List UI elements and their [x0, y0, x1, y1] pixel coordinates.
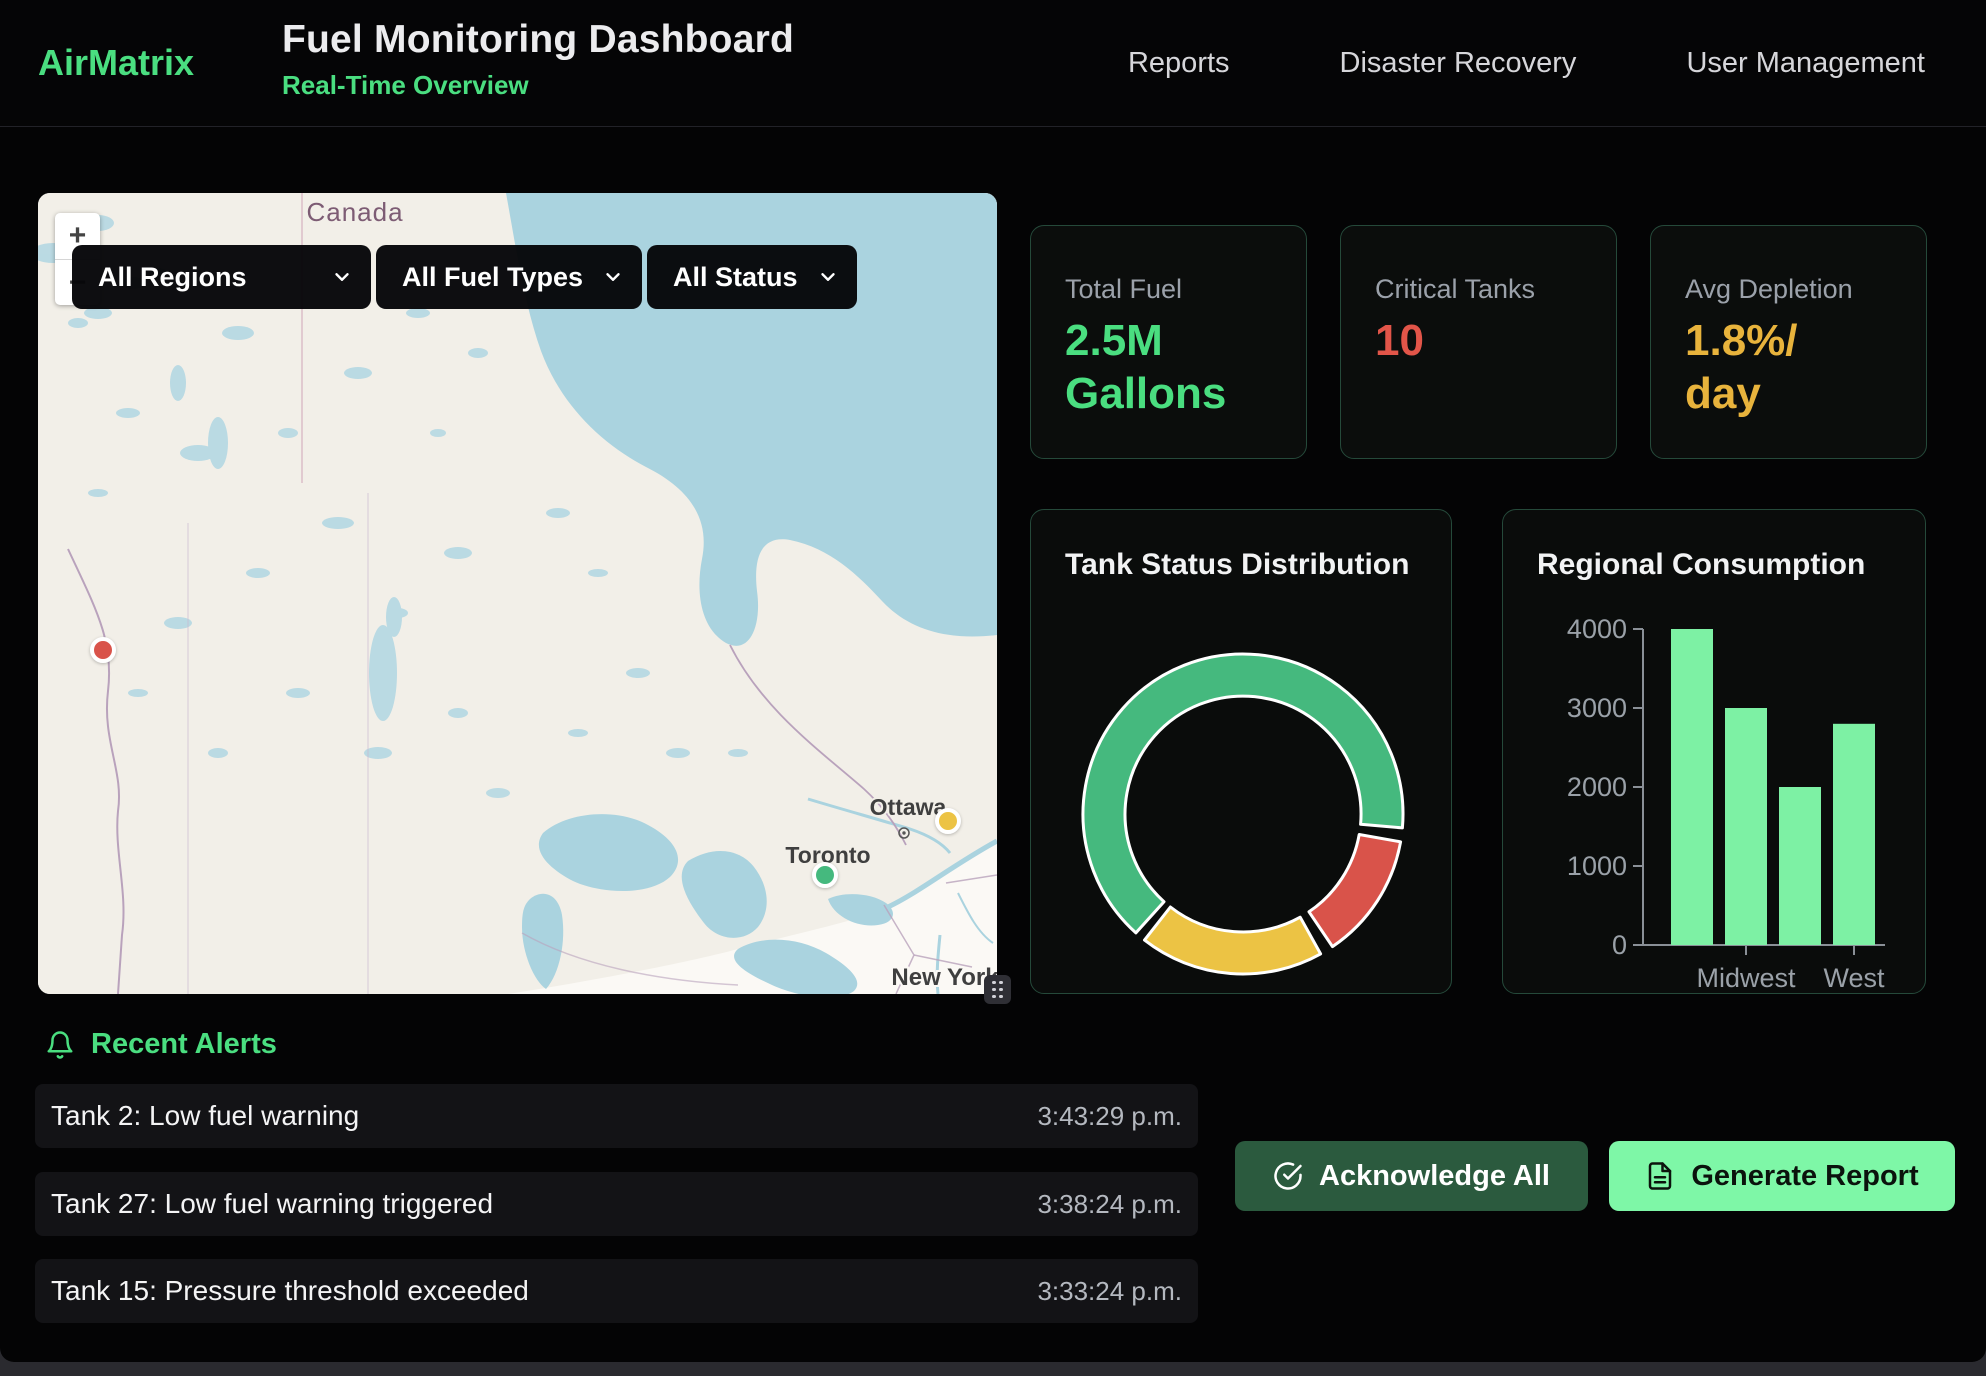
alert-row[interactable]: Tank 15: Pressure threshold exceeded 3:3… [35, 1259, 1198, 1323]
alert-time: 3:38:24 p.m. [1037, 1189, 1182, 1220]
alert-time: 3:43:29 p.m. [1037, 1101, 1182, 1132]
alert-row[interactable]: Tank 2: Low fuel warning 3:43:29 p.m. [35, 1084, 1198, 1148]
stat-value-line: Gallons [1065, 368, 1306, 421]
map-filters: All Regions All Fuel Types All Status [72, 245, 857, 309]
filter-fuel-types-label: All Fuel Types [402, 262, 583, 293]
donut-segment-warning [1145, 907, 1321, 974]
chevron-down-icon [602, 266, 624, 288]
bar-2 [1779, 787, 1821, 945]
tank-status-donut-svg [1031, 510, 1452, 994]
map-label-new-york: New York [891, 964, 997, 991]
generate-report-label: Generate Report [1691, 1160, 1918, 1193]
main-nav: Reports Disaster Recovery User Managemen… [1128, 0, 1925, 127]
dashboard-page: AirMatrix Fuel Monitoring Dashboard Real… [0, 0, 1986, 1376]
app-logo[interactable]: AirMatrix [38, 42, 194, 84]
check-circle-icon [1273, 1161, 1303, 1191]
alert-text: Tank 15: Pressure threshold exceeded [51, 1275, 529, 1307]
tank-marker-critical[interactable] [90, 637, 116, 663]
filter-status-label: All Status [673, 262, 798, 293]
map-panel[interactable]: Canada Ottawa Toronto New York + − All R… [38, 193, 997, 994]
bar-1 [1725, 708, 1767, 945]
nav-reports[interactable]: Reports [1128, 47, 1230, 80]
acknowledge-all-button[interactable]: Acknowledge All [1235, 1141, 1588, 1211]
stat-value-line: 10 [1375, 315, 1616, 368]
regional-bar-svg: 0 1000 2000 3000 4000 Midwest West [1503, 510, 1926, 994]
map-resize-handle[interactable] [984, 975, 1011, 1004]
filter-regions-select[interactable]: All Regions [72, 245, 371, 309]
x-tick-label: Midwest [1696, 963, 1796, 993]
bar-0 [1671, 629, 1713, 945]
x-tick-label: West [1823, 963, 1885, 993]
nav-disaster-recovery[interactable]: Disaster Recovery [1340, 47, 1577, 80]
page-subtitle: Real-Time Overview [282, 70, 794, 101]
tank-marker-normal[interactable] [812, 862, 838, 888]
alert-time: 3:33:24 p.m. [1037, 1276, 1182, 1307]
y-tick-label: 4000 [1567, 614, 1627, 644]
app-header: AirMatrix Fuel Monitoring Dashboard Real… [0, 0, 1986, 127]
generate-report-button[interactable]: Generate Report [1609, 1141, 1955, 1211]
alert-text: Tank 2: Low fuel warning [51, 1100, 359, 1132]
page-title: Fuel Monitoring Dashboard [282, 18, 794, 62]
stat-value-critical-tanks: 10 [1375, 315, 1616, 368]
tank-marker-warning[interactable] [935, 808, 961, 834]
filter-status-select[interactable]: All Status [647, 245, 857, 309]
bar-3 [1833, 724, 1875, 945]
y-tick-label: 3000 [1567, 693, 1627, 723]
recent-alerts-header: Recent Alerts [45, 1028, 277, 1061]
stat-label-avg-depletion: Avg Depletion [1685, 274, 1926, 305]
chevron-down-icon [817, 266, 839, 288]
donut-segment-critical [1309, 835, 1401, 947]
title-block: Fuel Monitoring Dashboard Real-Time Over… [282, 18, 794, 101]
tank-status-card: Tank Status Distribution [1030, 509, 1452, 994]
stat-value-total-fuel: 2.5M Gallons [1065, 315, 1306, 421]
y-tick-label: 0 [1612, 930, 1627, 960]
map-canvas: Canada Ottawa Toronto New York [38, 193, 997, 994]
y-tick-label: 2000 [1567, 772, 1627, 802]
file-text-icon [1645, 1161, 1675, 1191]
stat-value-line: 1.8%/ [1685, 315, 1926, 368]
stat-card-critical-tanks: Critical Tanks 10 [1340, 225, 1617, 459]
stat-card-total-fuel: Total Fuel 2.5M Gallons [1030, 225, 1307, 459]
nav-user-management[interactable]: User Management [1686, 47, 1925, 80]
stat-value-line: 2.5M [1065, 315, 1306, 368]
alert-row[interactable]: Tank 27: Low fuel warning triggered 3:38… [35, 1172, 1198, 1236]
filter-regions-label: All Regions [98, 262, 247, 293]
regional-consumption-card: Regional Consumption 01000200030004000Mi… [1502, 509, 1926, 994]
stat-value-line: day [1685, 368, 1926, 421]
acknowledge-all-label: Acknowledge All [1319, 1160, 1550, 1193]
recent-alerts-title: Recent Alerts [91, 1028, 277, 1061]
bell-icon [45, 1030, 75, 1060]
stat-card-avg-depletion: Avg Depletion 1.8%/ day [1650, 225, 1927, 459]
chevron-down-icon [331, 266, 353, 288]
filter-fuel-types-select[interactable]: All Fuel Types [376, 245, 642, 309]
map-label-canada: Canada [306, 197, 403, 227]
y-tick-label: 1000 [1567, 851, 1627, 881]
stat-value-avg-depletion: 1.8%/ day [1685, 315, 1926, 421]
stat-label-total-fuel: Total Fuel [1065, 274, 1306, 305]
alert-text: Tank 27: Low fuel warning triggered [51, 1188, 493, 1220]
app-window: AirMatrix Fuel Monitoring Dashboard Real… [0, 0, 1986, 1362]
stat-label-critical-tanks: Critical Tanks [1375, 274, 1616, 305]
